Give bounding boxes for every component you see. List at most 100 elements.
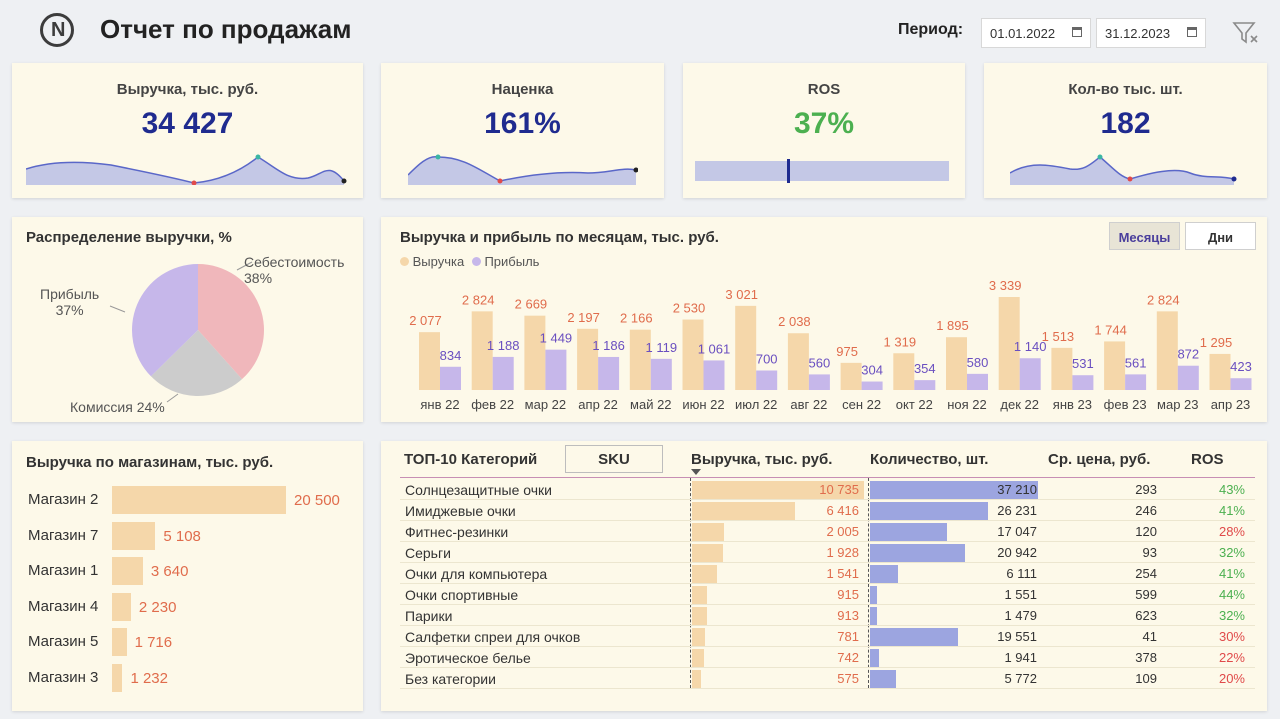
x-axis-tick-label: фев 22 bbox=[471, 397, 514, 412]
store-name: Магазин 5 bbox=[28, 633, 99, 651]
x-axis-tick-label: июл 22 bbox=[735, 397, 777, 412]
avg-price-value: 623 bbox=[1135, 608, 1157, 623]
profit-bar[interactable] bbox=[1230, 378, 1252, 390]
profit-bar[interactable] bbox=[756, 370, 778, 390]
ros-value: 20% bbox=[1218, 671, 1245, 686]
profit-bar-label: 580 bbox=[967, 355, 989, 370]
avg-price-value: 109 bbox=[1135, 671, 1157, 686]
column-header-ros[interactable]: ROS bbox=[1191, 451, 1224, 468]
revenue-bar-label: 1 895 bbox=[936, 318, 969, 333]
revenue-bar[interactable] bbox=[893, 353, 915, 390]
revenue-bar-label: 3 339 bbox=[989, 278, 1022, 293]
x-axis-tick-label: янв 22 bbox=[420, 397, 459, 412]
profit-bar[interactable] bbox=[1072, 375, 1094, 390]
table-row[interactable]: Фитнес-резинки 2 005 17 047 120 28% bbox=[400, 521, 1255, 542]
category-name: Имиджевые очки bbox=[405, 503, 516, 519]
table-row[interactable]: Очки для компьютера 1 541 6 111 254 41% bbox=[400, 563, 1255, 584]
profit-bar[interactable] bbox=[492, 356, 514, 390]
ros-gauge bbox=[695, 159, 949, 183]
revenue-bar-label: 975 bbox=[836, 344, 858, 359]
quantity-bar bbox=[870, 502, 989, 520]
revenue-bar[interactable] bbox=[946, 337, 967, 390]
pie-label-pct: 24% bbox=[136, 399, 165, 415]
store-name: Магазин 4 bbox=[28, 597, 99, 615]
table-row[interactable]: Эротическое белье 742 1 941 378 22% bbox=[400, 647, 1255, 668]
table-row[interactable]: Парики 913 1 479 623 32% bbox=[400, 605, 1255, 626]
store-bar[interactable] bbox=[112, 628, 127, 657]
clear-filter-icon[interactable] bbox=[1232, 20, 1260, 46]
quantity-value: 37 210 bbox=[997, 482, 1037, 497]
x-axis-tick-label: фев 23 bbox=[1104, 397, 1147, 412]
header-divider bbox=[400, 477, 1255, 478]
x-axis-tick-label: ноя 22 bbox=[947, 397, 987, 412]
sku-button[interactable]: SKU bbox=[565, 445, 663, 473]
profit-bar[interactable] bbox=[1019, 358, 1041, 390]
kpi-title: Наценка bbox=[491, 81, 554, 98]
profit-bar[interactable] bbox=[1177, 365, 1199, 390]
store-bar[interactable] bbox=[112, 557, 143, 586]
revenue-bar[interactable] bbox=[1209, 353, 1231, 390]
quantity-bar bbox=[870, 586, 877, 604]
calendar-icon[interactable] bbox=[1187, 27, 1197, 37]
store-value: 5 108 bbox=[163, 527, 201, 545]
column-header-price[interactable]: Ср. цена, руб. bbox=[1048, 451, 1150, 468]
table-row[interactable]: Имиджевые очки 6 416 26 231 246 41% bbox=[400, 500, 1255, 521]
revenue-bar bbox=[692, 544, 723, 562]
revenue-bar bbox=[692, 628, 705, 646]
store-bar[interactable] bbox=[112, 664, 123, 692]
store-bar[interactable] bbox=[112, 592, 131, 621]
quantity-value: 5 772 bbox=[1004, 671, 1037, 686]
revenue-bar[interactable] bbox=[840, 362, 862, 390]
kpi-title: ROS bbox=[807, 81, 841, 98]
store-bar[interactable] bbox=[112, 521, 156, 550]
calendar-icon[interactable] bbox=[1072, 27, 1082, 37]
profit-bar[interactable] bbox=[1125, 374, 1147, 390]
table-row[interactable]: Без категории 575 5 772 109 20% bbox=[400, 668, 1255, 689]
profit-bar[interactable] bbox=[914, 380, 936, 390]
sort-desc-icon[interactable] bbox=[691, 469, 701, 475]
quantity-value: 1 479 bbox=[1004, 608, 1037, 623]
table-row[interactable]: Серьги 1 928 20 942 93 32% bbox=[400, 542, 1255, 563]
months-toggle-button[interactable]: Месяцы bbox=[1109, 222, 1180, 250]
profit-bar[interactable] bbox=[598, 356, 620, 390]
revenue-bar-label: 1 513 bbox=[1042, 329, 1075, 344]
revenue-bar[interactable] bbox=[735, 305, 757, 390]
profit-bar[interactable] bbox=[967, 373, 988, 390]
column-header-revenue[interactable]: Выручка, тыс. руб. bbox=[691, 451, 832, 468]
revenue-value: 6 416 bbox=[826, 503, 859, 518]
profit-bar[interactable] bbox=[650, 358, 672, 390]
revenue-bar bbox=[692, 670, 702, 688]
header: N Отчет по продажам Период: 01.01.2022 3… bbox=[0, 0, 1280, 58]
date-from-input[interactable]: 01.01.2022 bbox=[981, 18, 1091, 48]
x-axis-tick-label: июн 22 bbox=[682, 397, 724, 412]
revenue-bar[interactable] bbox=[419, 332, 440, 390]
store-bar[interactable] bbox=[112, 486, 286, 514]
profit-bar[interactable] bbox=[861, 381, 883, 390]
profit-bar[interactable] bbox=[545, 349, 567, 390]
days-toggle-button[interactable]: Дни bbox=[1185, 222, 1256, 250]
revenue-bar[interactable] bbox=[1104, 341, 1126, 390]
table-row[interactable]: Очки спортивные 915 1 551 599 44% bbox=[400, 584, 1255, 605]
quantity-value: 17 047 bbox=[997, 524, 1037, 539]
profit-bar[interactable] bbox=[440, 366, 461, 390]
ros-value: 30% bbox=[1218, 629, 1245, 644]
category-name: Без категории bbox=[405, 671, 496, 687]
ros-value: 41% bbox=[1218, 503, 1245, 518]
column-header-quantity[interactable]: Количество, шт. bbox=[870, 451, 988, 468]
revenue-value: 575 bbox=[837, 671, 859, 686]
revenue-bar-label: 3 021 bbox=[725, 287, 758, 302]
revenue-bar[interactable] bbox=[629, 329, 651, 390]
date-to-input[interactable]: 31.12.2023 bbox=[1096, 18, 1206, 48]
x-axis-tick-label: авг 22 bbox=[790, 397, 827, 412]
quantity-bar bbox=[870, 670, 897, 688]
revenue-bar[interactable] bbox=[1051, 347, 1073, 390]
table-row[interactable]: Салфетки спреи для очков 781 19 551 41 30% bbox=[400, 626, 1255, 647]
profit-bar[interactable] bbox=[808, 374, 830, 390]
revenue-bar[interactable] bbox=[524, 315, 546, 390]
table-row[interactable]: Солнцезащитные очки 10 735 37 210 293 43% bbox=[400, 479, 1255, 500]
kpi-value: 37% bbox=[793, 107, 855, 140]
avg-price-value: 378 bbox=[1135, 650, 1157, 665]
revenue-bar[interactable] bbox=[1156, 311, 1178, 390]
revenue-bar[interactable] bbox=[787, 333, 809, 390]
profit-bar[interactable] bbox=[703, 360, 725, 390]
